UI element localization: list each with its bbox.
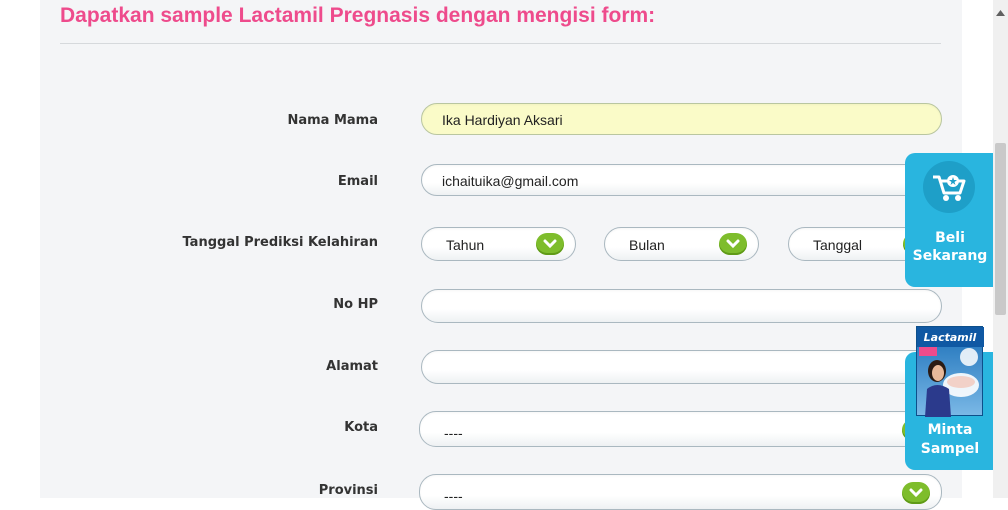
tahun-select[interactable]: Tahun [421,227,576,261]
svg-text:Lactamil: Lactamil [924,331,977,344]
kota-text: ---- [444,425,463,441]
provinsi-label: Provinsi [318,483,378,498]
tahun-text: Tahun [446,237,485,253]
scrollbar-thumb[interactable] [995,143,1006,315]
nama-value: Ika Hardiyan Aksari [442,112,563,128]
divider [60,43,941,44]
tanggal-text: Tanggal [813,237,863,253]
bulan-select[interactable]: Bulan [604,227,759,261]
kota-label: Kota [344,420,378,435]
beli-sekarang-button[interactable]: Beli Sekarang [905,153,995,287]
kota-select[interactable]: ---- [419,411,942,447]
scroll-up-arrow-icon[interactable] [996,3,1005,21]
provinsi-select[interactable]: ---- [419,474,942,510]
email-value: ichaituika@gmail.com [442,173,579,189]
tanggal-label: Tanggal Prediksi Kelahiran [182,235,378,250]
alamat-label: Alamat [326,359,378,374]
lactamil-product-image: Lactamil [916,326,984,417]
alamat-input[interactable] [421,350,942,384]
form-title: Dapatkan sample Lactamil Pregnasis denga… [60,4,656,27]
provinsi-text: ---- [444,488,463,504]
chevron-down-icon [902,482,930,504]
email-label: Email [337,174,378,189]
email-input[interactable]: ichaituika@gmail.com [421,164,942,196]
bulan-text: Bulan [629,237,665,253]
minta-text: Minta [927,422,973,438]
cart-icon [923,161,975,213]
hp-input[interactable] [421,289,942,323]
sekarang-text: Sekarang [912,248,988,264]
beli-text: Beli [935,230,965,246]
nama-input[interactable]: Ika Hardiyan Aksari [421,103,942,135]
nama-label: Nama Mama [287,113,378,128]
hp-label: No HP [333,297,378,312]
chevron-down-icon [536,233,564,255]
sampel-text: Sampel [920,441,980,457]
chevron-down-icon [719,233,747,255]
